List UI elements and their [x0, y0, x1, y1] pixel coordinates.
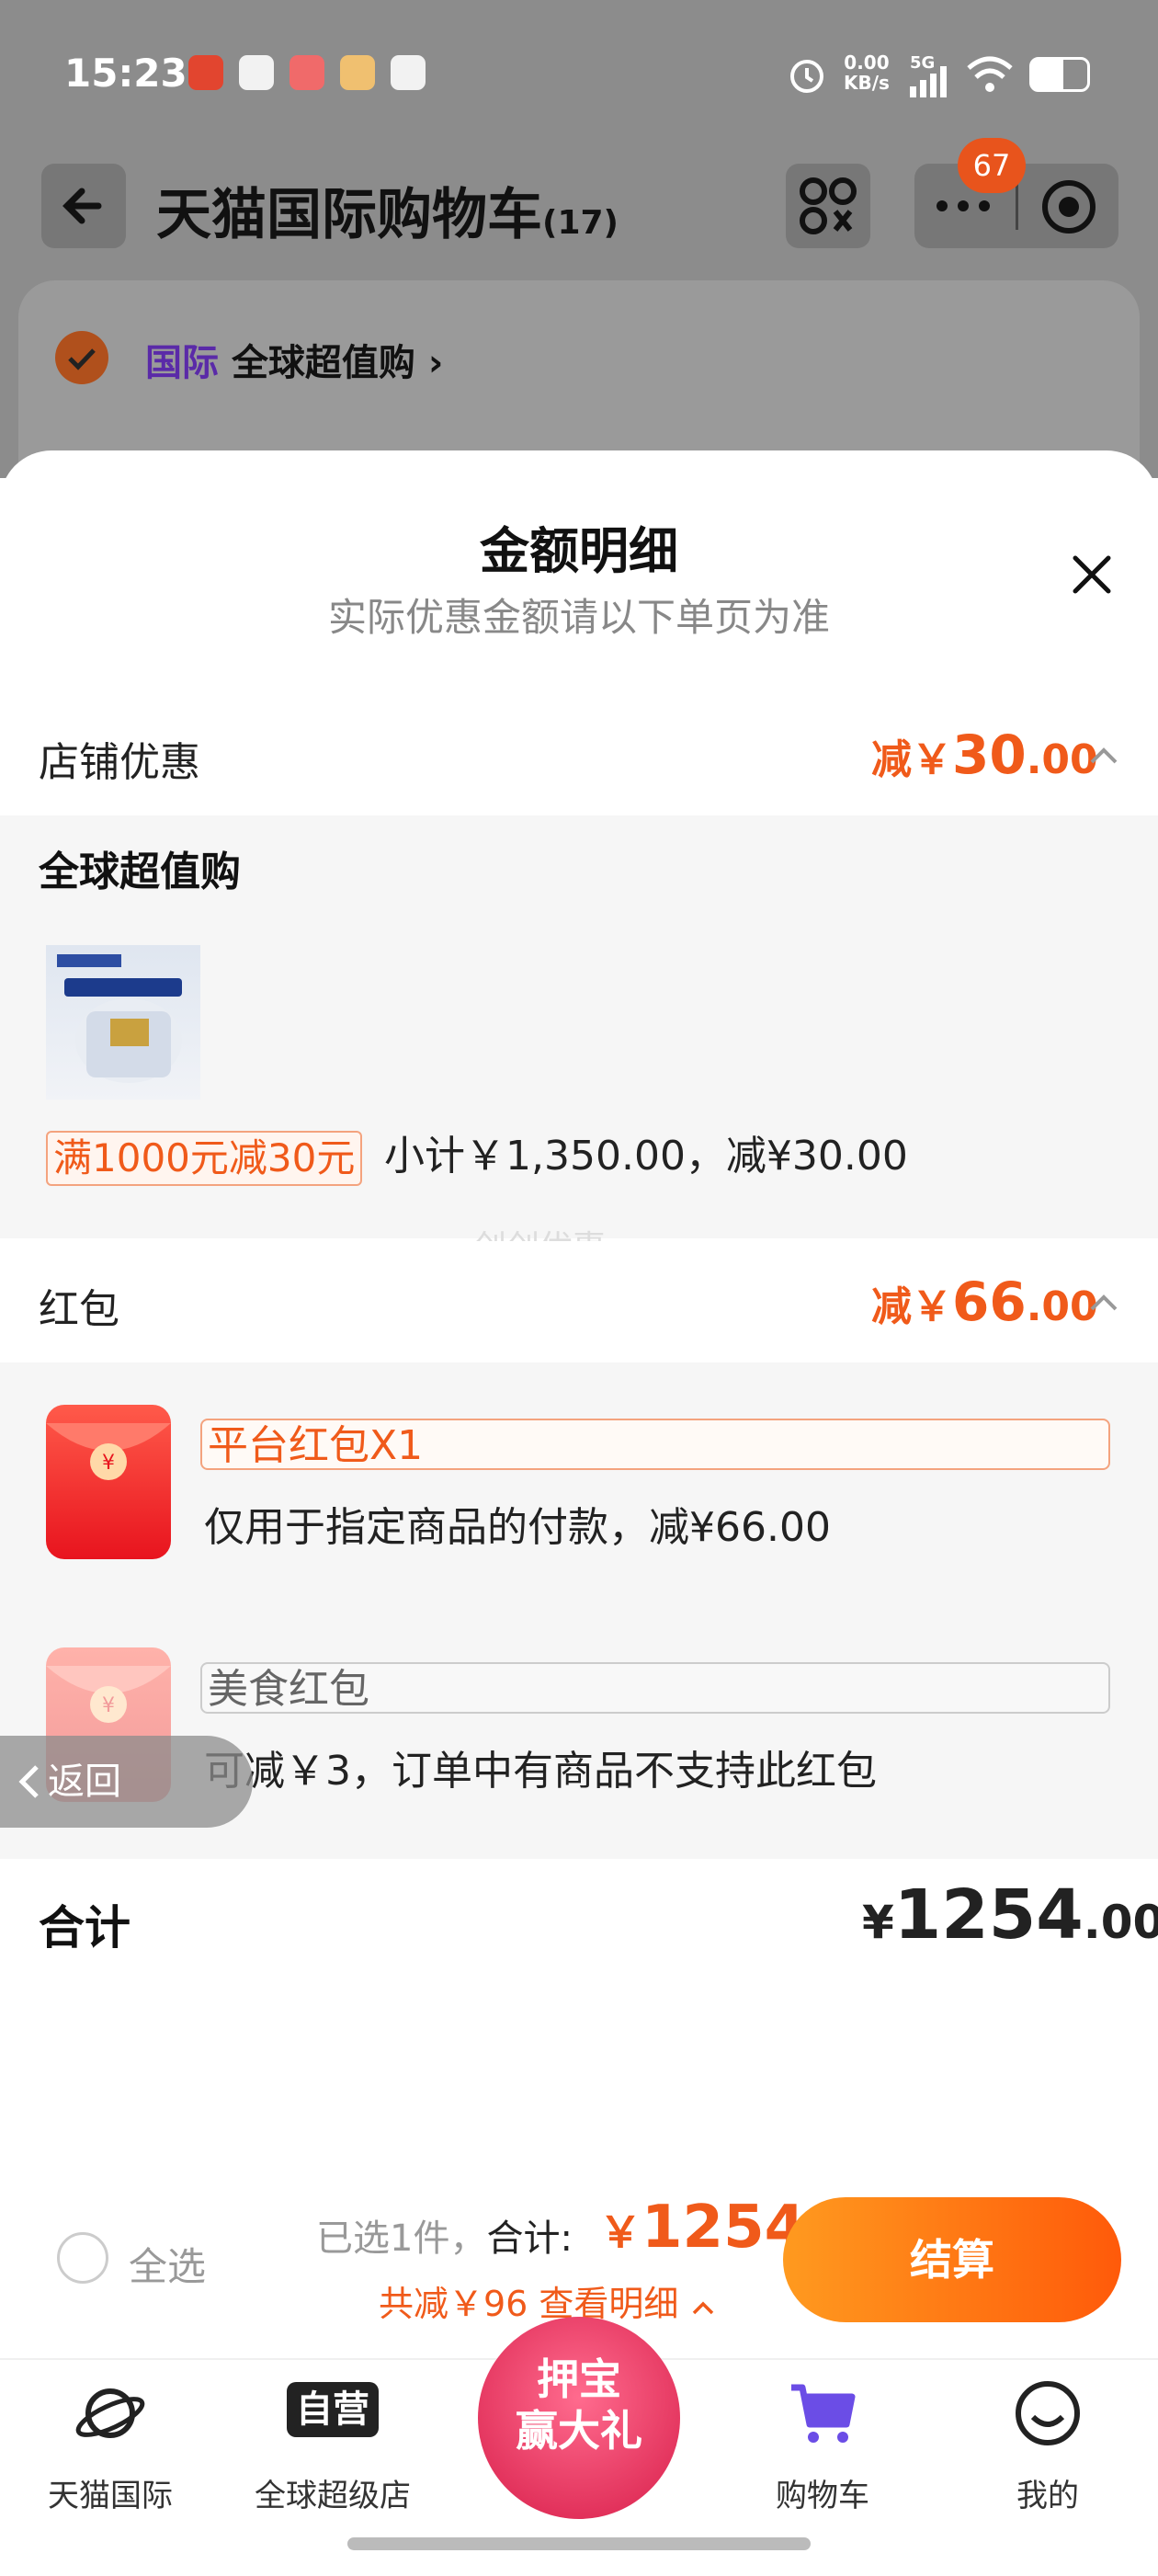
smiley-icon — [1016, 2381, 1080, 2445]
svg-text:¥: ¥ — [102, 1452, 115, 1475]
close-miniapp-icon[interactable] — [1039, 177, 1099, 237]
status-time: 15:23 — [64, 51, 187, 96]
signal-icon — [910, 66, 947, 97]
store-discount-header[interactable]: 店铺优惠 减￥30.00 — [0, 694, 1158, 815]
tab-cart[interactable]: 购物车 — [721, 2367, 924, 2524]
red-packet-desc: 可减￥3，订单中有商品不支持此红包 — [204, 1748, 877, 1795]
scan-icon — [800, 177, 857, 234]
red-packet-name: 平台红包X1 — [200, 1419, 1110, 1470]
message-badge: 67 — [958, 138, 1026, 193]
store-name: 全球超值购 — [39, 849, 241, 895]
self-operated-icon: 自营 — [287, 2382, 379, 2437]
planet-icon — [75, 2388, 145, 2438]
checkout-button[interactable]: 结算 — [783, 2197, 1121, 2322]
select-all-checkbox[interactable] — [57, 2232, 108, 2284]
app-notification-icon — [239, 55, 274, 90]
battery-icon — [1029, 57, 1090, 92]
red-packet-label: 红包 — [39, 1286, 119, 1333]
red-packet-header[interactable]: 红包 减￥66.00 — [0, 1241, 1158, 1362]
wifi-icon — [967, 56, 1013, 92]
app-notification-icon — [391, 55, 426, 90]
float-back-button[interactable]: 返回 — [0, 1736, 253, 1828]
back-button[interactable] — [41, 164, 126, 248]
status-bar: 15:23 0.00 KB/s 5G — [0, 0, 1158, 156]
alarm-icon — [790, 60, 823, 93]
store-subtotal: 小计￥1,350.00，减¥30.00 — [384, 1133, 908, 1180]
cart-icon — [791, 2384, 856, 2443]
store-discount-amount: 减￥30.00 — [871, 724, 1098, 786]
chevron-up-icon — [692, 2301, 713, 2314]
svg-text:¥: ¥ — [102, 1694, 115, 1717]
red-packet-icon: ¥ — [46, 1405, 171, 1559]
promo-campaign-button[interactable]: 押宝 赢大礼 — [478, 2317, 680, 2519]
tab-global-store[interactable]: 自营 全球超级店 — [232, 2367, 434, 2524]
chevron-up-icon[interactable] — [1088, 740, 1119, 771]
select-all-label[interactable]: 全选 — [129, 2236, 206, 2292]
app-notification-icon — [340, 55, 375, 90]
sheet-title: 金额明细 — [480, 522, 678, 580]
more-icon[interactable] — [931, 188, 995, 224]
tab-me[interactable]: 我的 — [947, 2367, 1149, 2524]
selected-total-price: ￥1254 — [599, 2194, 806, 2262]
checkbox-checked-icon — [55, 331, 108, 384]
selected-count: 已选1件，合计: — [316, 2217, 573, 2260]
red-packet-name: 美食红包 — [200, 1662, 1110, 1714]
close-icon[interactable] — [1064, 547, 1119, 602]
chevron-left-icon — [18, 1765, 39, 1798]
scan-button[interactable] — [786, 164, 870, 248]
promo-tag: 满1000元减30元 — [46, 1131, 363, 1186]
total-label: 合计 — [39, 1901, 131, 1955]
background-store-name: 国际 全球超值购 › — [145, 342, 444, 384]
sheet-subtitle: 实际优惠金额请以下单页为准 — [327, 595, 830, 640]
product-thumbnail — [46, 945, 200, 1100]
store-discount-label: 店铺优惠 — [39, 739, 200, 786]
tab-tmall-global[interactable]: 天猫国际 — [9, 2367, 211, 2524]
chevron-up-icon[interactable] — [1088, 1287, 1119, 1318]
red-packet-desc: 仅用于指定商品的付款，减¥66.00 — [204, 1504, 831, 1551]
arrow-left-icon — [62, 188, 102, 224]
net-speed: 0.00 KB/s — [844, 51, 890, 94]
app-notification-icon — [188, 55, 223, 90]
home-indicator — [347, 2537, 811, 2550]
page-title: 天猫国际购物车(17) — [156, 183, 619, 247]
app-notification-icon — [290, 55, 324, 90]
total-amount: ¥1254.00 — [862, 1875, 1158, 1955]
red-packet-amount: 减￥66.00 — [871, 1271, 1098, 1333]
